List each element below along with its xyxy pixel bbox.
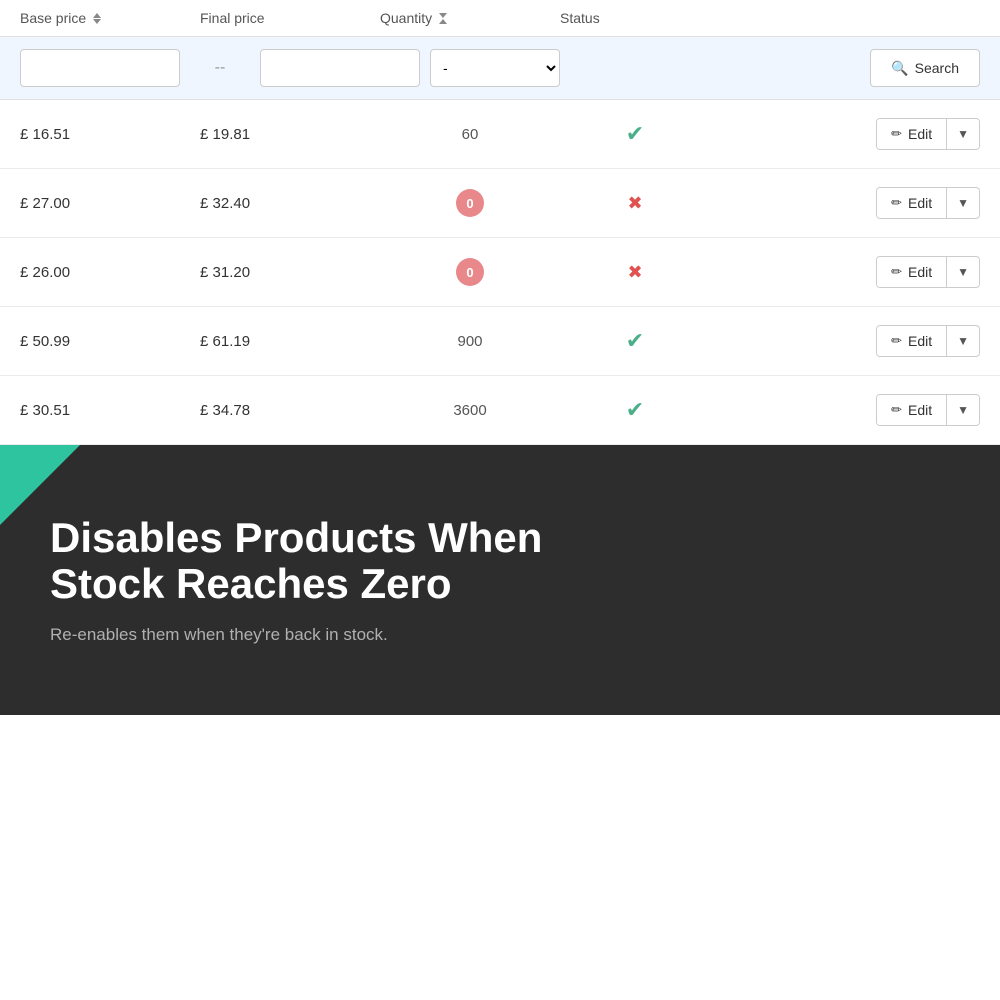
product-table: Base price Final price Quantity Status -…	[0, 0, 1000, 445]
pencil-icon: ✏	[891, 333, 902, 349]
filter-separator: --	[190, 59, 250, 77]
cell-status: ✖	[560, 262, 710, 283]
base-price-label: Base price	[20, 10, 86, 26]
cell-quantity: 60	[380, 126, 560, 143]
cell-status: ✔	[560, 328, 710, 354]
cell-status: ✔	[560, 121, 710, 147]
cell-final-price: £ 19.81	[200, 126, 380, 143]
edit-button[interactable]: ✏ Edit▼	[876, 256, 980, 288]
quantity-label: Quantity	[380, 10, 432, 26]
pencil-icon: ✏	[891, 402, 902, 418]
sort-up-icon[interactable]	[93, 13, 101, 18]
status-cross-icon: ✖	[627, 262, 642, 283]
col-header-final-price: Final price	[200, 10, 380, 26]
edit-button-main[interactable]: ✏ Edit	[877, 119, 947, 149]
edit-button-dropdown-arrow[interactable]: ▼	[947, 189, 979, 217]
edit-button-dropdown-arrow[interactable]: ▼	[947, 258, 979, 286]
col-header-base-price: Base price	[20, 10, 200, 26]
pencil-icon: ✏	[891, 126, 902, 142]
pencil-icon: ✏	[891, 195, 902, 211]
search-label: Search	[915, 60, 959, 76]
quantity-value: 60	[462, 126, 479, 143]
cell-actions: ✏ Edit▼	[710, 394, 980, 426]
cell-actions: ✏ Edit▼	[710, 118, 980, 150]
filter-row: -- - Active Inactive 🔍 Search	[0, 37, 1000, 100]
status-check-icon: ✔	[626, 328, 644, 354]
cell-quantity: 0	[380, 258, 560, 286]
table-row: £ 26.00£ 31.20 0 ✖ ✏ Edit▼	[0, 238, 1000, 307]
edit-button-dropdown-arrow[interactable]: ▼	[947, 120, 979, 148]
base-price-min-input[interactable]	[20, 49, 180, 87]
edit-button[interactable]: ✏ Edit▼	[876, 325, 980, 357]
status-filter-select[interactable]: - Active Inactive	[430, 49, 560, 87]
table-header: Base price Final price Quantity Status	[0, 0, 1000, 37]
quantity-value: 900	[457, 333, 482, 350]
table-row: £ 50.99£ 61.19 900 ✔ ✏ Edit▼	[0, 307, 1000, 376]
table-row: £ 30.51£ 34.78 3600 ✔ ✏ Edit▼	[0, 376, 1000, 445]
promo-corner-accent	[0, 445, 80, 525]
sort-down-icon[interactable]	[93, 19, 101, 24]
sort-down-qty-icon[interactable]	[439, 13, 447, 18]
cell-final-price: £ 61.19	[200, 333, 380, 350]
sort-icons-base-price[interactable]	[93, 13, 101, 24]
search-icon: 🔍	[891, 60, 908, 77]
cell-actions: ✏ Edit▼	[710, 256, 980, 288]
cell-status: ✔	[560, 397, 710, 423]
edit-button-dropdown-arrow[interactable]: ▼	[947, 396, 979, 424]
col-header-status: Status	[560, 10, 710, 26]
cell-actions: ✏ Edit▼	[710, 187, 980, 219]
sort-icons-quantity[interactable]	[439, 13, 447, 24]
cell-final-price: £ 31.20	[200, 264, 380, 281]
cell-final-price: £ 32.40	[200, 195, 380, 212]
cell-quantity: 900	[380, 333, 560, 350]
edit-button[interactable]: ✏ Edit▼	[876, 187, 980, 219]
status-cross-icon: ✖	[627, 193, 642, 214]
sort-up-qty-icon[interactable]	[439, 19, 447, 24]
cell-final-price: £ 34.78	[200, 402, 380, 419]
edit-button-main[interactable]: ✏ Edit	[877, 395, 947, 425]
cell-base-price: £ 50.99	[20, 333, 200, 350]
search-button[interactable]: 🔍 Search	[870, 49, 980, 87]
cell-base-price: £ 16.51	[20, 126, 200, 143]
promo-banner: Disables Products WhenStock Reaches Zero…	[0, 445, 1000, 715]
edit-button-main[interactable]: ✏ Edit	[877, 188, 947, 218]
promo-title: Disables Products WhenStock Reaches Zero	[50, 515, 542, 607]
table-row: £ 16.51£ 19.81 60 ✔ ✏ Edit▼	[0, 100, 1000, 169]
cell-base-price: £ 26.00	[20, 264, 200, 281]
cell-quantity: 3600	[380, 402, 560, 419]
quantity-zero-badge: 0	[456, 258, 484, 286]
status-label: Status	[560, 10, 600, 26]
col-header-quantity: Quantity	[380, 10, 560, 26]
edit-button[interactable]: ✏ Edit▼	[876, 118, 980, 150]
cell-quantity: 0	[380, 189, 560, 217]
cell-base-price: £ 30.51	[20, 402, 200, 419]
pencil-icon: ✏	[891, 264, 902, 280]
status-check-icon: ✔	[626, 121, 644, 147]
promo-subtitle: Re-enables them when they're back in sto…	[50, 625, 542, 645]
edit-button-main[interactable]: ✏ Edit	[877, 257, 947, 287]
rows-container: £ 16.51£ 19.8160✔✏ Edit▼£ 27.00£ 32.400✖…	[0, 100, 1000, 445]
status-check-icon: ✔	[626, 397, 644, 423]
table-row: £ 27.00£ 32.40 0 ✖ ✏ Edit▼	[0, 169, 1000, 238]
quantity-value: 3600	[453, 402, 486, 419]
cell-actions: ✏ Edit▼	[710, 325, 980, 357]
quantity-zero-badge: 0	[456, 189, 484, 217]
cell-base-price: £ 27.00	[20, 195, 200, 212]
edit-button-main[interactable]: ✏ Edit	[877, 326, 947, 356]
cell-status: ✖	[560, 193, 710, 214]
quantity-filter-input[interactable]	[260, 49, 420, 87]
promo-text-block: Disables Products WhenStock Reaches Zero…	[50, 515, 542, 645]
edit-button[interactable]: ✏ Edit▼	[876, 394, 980, 426]
edit-button-dropdown-arrow[interactable]: ▼	[947, 327, 979, 355]
final-price-label: Final price	[200, 10, 265, 26]
